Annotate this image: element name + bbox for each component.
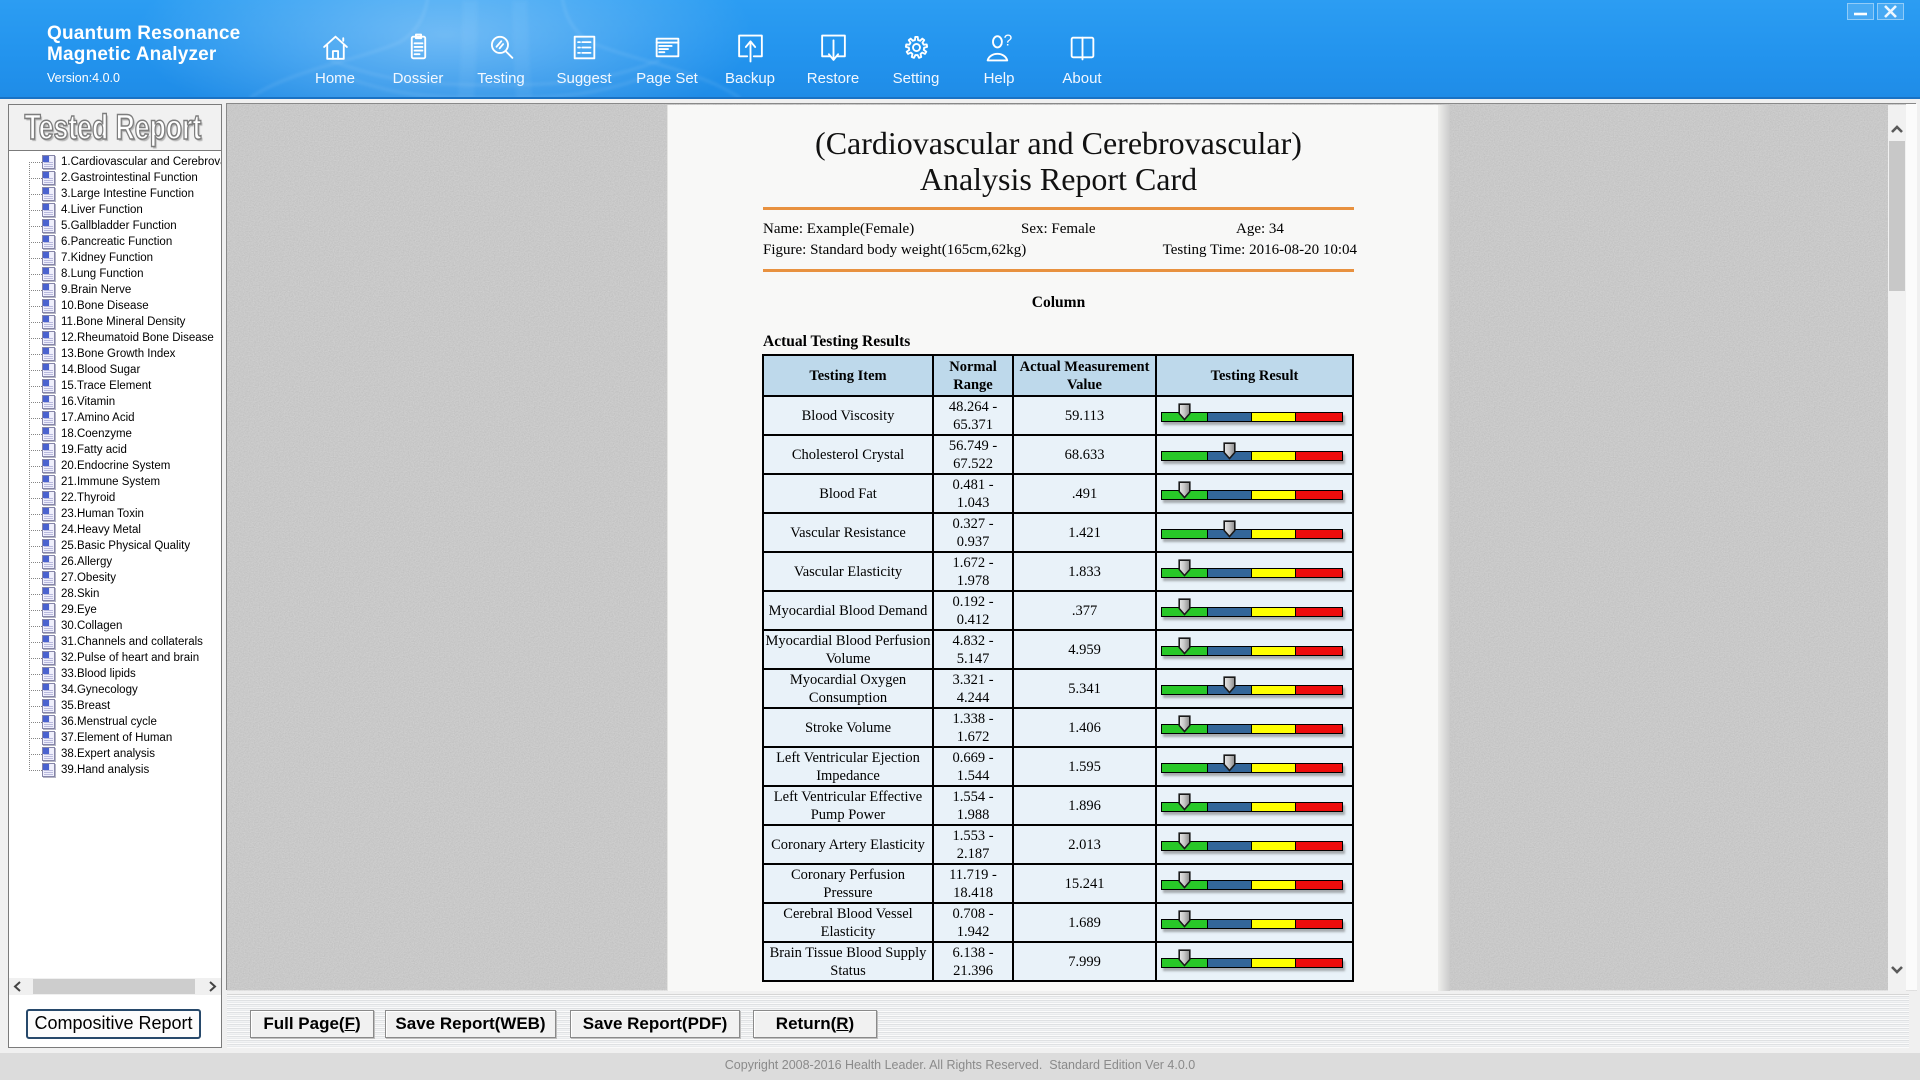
svg-text:?: ? — [1003, 32, 1012, 49]
